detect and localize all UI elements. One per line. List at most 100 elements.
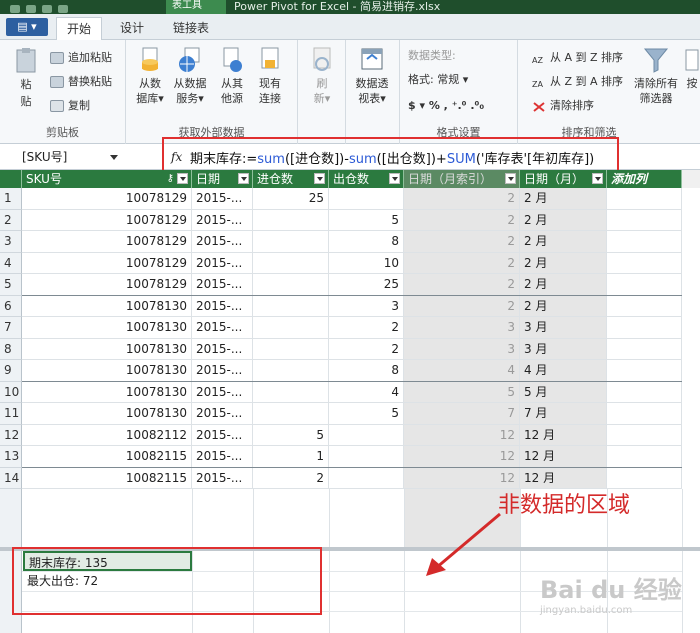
cell-add-column[interactable] bbox=[607, 231, 682, 253]
cell-in[interactable] bbox=[253, 295, 329, 317]
row-number[interactable]: 10 bbox=[0, 381, 22, 403]
cell-in[interactable]: 2 bbox=[253, 467, 329, 489]
tab-linked-table[interactable]: 链接表 bbox=[163, 17, 219, 40]
row-number[interactable]: 8 bbox=[0, 338, 22, 360]
cell-idx[interactable]: 3 bbox=[404, 317, 520, 339]
row-number[interactable]: 6 bbox=[0, 295, 22, 317]
row-number[interactable]: 7 bbox=[0, 317, 22, 339]
cell-in[interactable] bbox=[253, 338, 329, 360]
tab-design[interactable]: 设计 bbox=[110, 17, 154, 40]
cell-month[interactable]: 3 月 bbox=[520, 317, 607, 339]
column-header-add-column[interactable]: 添加列 bbox=[607, 170, 682, 188]
cell-idx[interactable]: 4 bbox=[404, 360, 520, 382]
sort-asc-button[interactable]: AZ 从 A 到 Z 排序 bbox=[532, 48, 623, 68]
row-number[interactable]: 3 bbox=[0, 231, 22, 253]
filter-dropdown-icon[interactable] bbox=[389, 173, 400, 184]
append-paste-button[interactable]: 追加粘贴 bbox=[50, 48, 112, 68]
cell-in[interactable] bbox=[253, 317, 329, 339]
cell-sku[interactable]: 10078129 bbox=[22, 209, 192, 231]
cell-sku[interactable]: 10082115 bbox=[22, 467, 192, 489]
copy-button[interactable]: 复制 bbox=[50, 96, 90, 116]
sort-desc-button[interactable]: ZA 从 Z 到 A 排序 bbox=[532, 72, 623, 92]
refresh-button[interactable]: 刷 新▾ bbox=[302, 46, 342, 106]
row-number[interactable]: 9 bbox=[0, 360, 22, 382]
cell-sku[interactable]: 10078130 bbox=[22, 381, 192, 403]
sort-by-button[interactable]: 按 bbox=[682, 46, 700, 91]
cell-date[interactable]: 2015-... bbox=[192, 252, 253, 274]
cell-sku[interactable]: 10078129 bbox=[22, 231, 192, 253]
cell-add-column[interactable] bbox=[607, 338, 682, 360]
cell-in[interactable]: 25 bbox=[253, 188, 329, 210]
cell-add-column[interactable] bbox=[607, 274, 682, 296]
cell-in[interactable] bbox=[253, 274, 329, 296]
row-number[interactable]: 1 bbox=[0, 188, 22, 210]
number-format-buttons[interactable]: $ ▾ % , ⁺.⁰ .⁰₀ bbox=[408, 96, 484, 116]
clear-filters-button[interactable]: 清除所有 筛选器 bbox=[630, 46, 682, 106]
column-header-in-qty[interactable]: 进仓数 bbox=[253, 170, 329, 188]
cell-in[interactable] bbox=[253, 209, 329, 231]
from-database-button[interactable]: 从数 据库▾ bbox=[130, 46, 170, 106]
cell-out[interactable]: 2 bbox=[329, 317, 404, 339]
cell-month[interactable]: 2 月 bbox=[520, 295, 607, 317]
cell-date[interactable]: 2015-... bbox=[192, 381, 253, 403]
column-header-out-qty[interactable]: 出仓数 bbox=[329, 170, 404, 188]
paste-button[interactable]: 粘贴 bbox=[6, 46, 46, 110]
cell-idx[interactable]: 3 bbox=[404, 338, 520, 360]
cell-date[interactable]: 2015-... bbox=[192, 338, 253, 360]
cell-sku[interactable]: 10078129 bbox=[22, 252, 192, 274]
cell-add-column[interactable] bbox=[607, 360, 682, 382]
cell-month[interactable]: 2 月 bbox=[520, 252, 607, 274]
cell-add-column[interactable] bbox=[607, 317, 682, 339]
cell-idx[interactable]: 2 bbox=[404, 274, 520, 296]
cell-idx[interactable]: 5 bbox=[404, 381, 520, 403]
cell-date[interactable]: 2015-... bbox=[192, 360, 253, 382]
cell-sku[interactable]: 10082112 bbox=[22, 424, 192, 446]
cell-date[interactable]: 2015-... bbox=[192, 424, 253, 446]
cell-month[interactable]: 3 月 bbox=[520, 338, 607, 360]
row-number[interactable]: 13 bbox=[0, 446, 22, 468]
cell-out[interactable]: 10 bbox=[329, 252, 404, 274]
row-number[interactable]: 11 bbox=[0, 403, 22, 425]
filter-dropdown-icon[interactable] bbox=[238, 173, 249, 184]
cell-out[interactable]: 8 bbox=[329, 231, 404, 253]
cell-out[interactable]: 25 bbox=[329, 274, 404, 296]
filter-dropdown-icon[interactable] bbox=[314, 173, 325, 184]
cell-sku[interactable]: 10078130 bbox=[22, 295, 192, 317]
cell-idx[interactable]: 12 bbox=[404, 424, 520, 446]
tab-home[interactable]: 开始 bbox=[56, 17, 103, 40]
cell-add-column[interactable] bbox=[607, 424, 682, 446]
cell-sku[interactable]: 10082115 bbox=[22, 446, 192, 468]
cell-sku[interactable]: 10078130 bbox=[22, 317, 192, 339]
row-number[interactable]: 5 bbox=[0, 274, 22, 296]
cell-month[interactable]: 2 月 bbox=[520, 231, 607, 253]
cell-in[interactable] bbox=[253, 381, 329, 403]
cell-date[interactable]: 2015-... bbox=[192, 467, 253, 489]
cell-out[interactable]: 3 bbox=[329, 295, 404, 317]
cell-out[interactable]: 2 bbox=[329, 338, 404, 360]
cell-date[interactable]: 2015-... bbox=[192, 446, 253, 468]
cell-idx[interactable]: 2 bbox=[404, 209, 520, 231]
column-header-month-index[interactable]: 日期（月索引） bbox=[404, 170, 520, 188]
cell-out[interactable]: 4 bbox=[329, 381, 404, 403]
column-header-date[interactable]: 日期 bbox=[192, 170, 253, 188]
cell-add-column[interactable] bbox=[607, 467, 682, 489]
cell-date[interactable]: 2015-... bbox=[192, 274, 253, 296]
cell-out[interactable] bbox=[329, 467, 404, 489]
cell-date[interactable]: 2015-... bbox=[192, 403, 253, 425]
cell-idx[interactable]: 12 bbox=[404, 467, 520, 489]
replace-paste-button[interactable]: 替换粘贴 bbox=[50, 72, 112, 92]
cell-in[interactable] bbox=[253, 360, 329, 382]
name-box[interactable]: [SKU号] bbox=[22, 147, 122, 167]
filter-dropdown-icon[interactable] bbox=[177, 173, 188, 184]
cell-idx[interactable]: 2 bbox=[404, 252, 520, 274]
select-all-corner[interactable] bbox=[0, 170, 22, 188]
filter-dropdown-icon[interactable] bbox=[592, 173, 603, 184]
data-type-dropdown[interactable]: 数据类型: bbox=[408, 46, 456, 66]
cell-month[interactable]: 2 月 bbox=[520, 188, 607, 210]
cell-sku[interactable]: 10078130 bbox=[22, 403, 192, 425]
cell-month[interactable]: 12 月 bbox=[520, 467, 607, 489]
cell-month[interactable]: 5 月 bbox=[520, 381, 607, 403]
file-menu-button[interactable]: ▤ ▾ bbox=[6, 18, 48, 36]
cell-out[interactable]: 5 bbox=[329, 209, 404, 231]
cell-add-column[interactable] bbox=[607, 188, 682, 210]
